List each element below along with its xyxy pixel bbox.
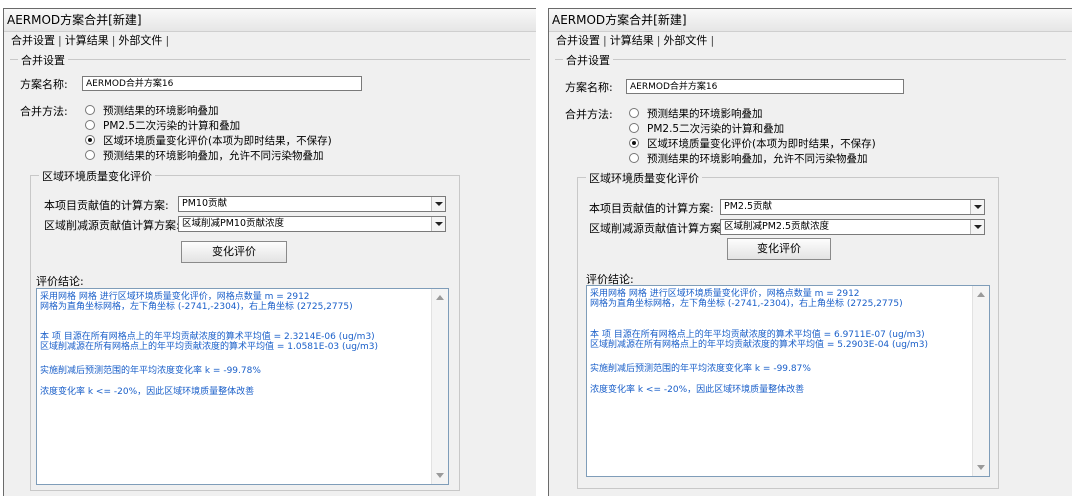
reduction-scheme-select[interactable]: 区域削减PM2.5贡献浓度 <box>720 219 985 235</box>
result-line: 采用网格 网格 进行区域环境质量变化评价，网格点数量 m = 2912 <box>590 289 860 299</box>
result-line: 区域削减源在所有网格点上的年平均贡献浓度的算术平均值 = 1.0581E-03 … <box>40 342 378 352</box>
reduction-scheme-label: 区域削减源贡献值计算方案: <box>44 219 180 232</box>
method-option-2[interactable]: PM2.5二次污染的计算和叠加 <box>85 120 240 133</box>
result-line: 实施削减后预测范围的年平均浓度变化率 k = -99.78% <box>40 366 261 376</box>
evaluate-button[interactable]: 变化评价 <box>727 238 831 260</box>
project-scheme-select[interactable]: PM2.5贡献 <box>720 199 985 215</box>
result-line: 浓度变化率 k <= -20%，因此区域环境质量整体改善 <box>590 385 805 395</box>
result-line: 实施削减后预测范围的年平均浓度变化率 k = -99.87% <box>590 364 811 374</box>
method-option-label: 预测结果的环境影响叠加 <box>103 105 219 117</box>
method-option-label: 预测结果的环境影响叠加 <box>647 108 763 120</box>
select-value: 区域削减PM10贡献浓度 <box>182 218 285 229</box>
method-option-1[interactable]: 预测结果的环境影响叠加 <box>629 108 763 121</box>
method-option-label: PM2.5二次污染的计算和叠加 <box>647 123 785 135</box>
radio-icon[interactable] <box>85 105 95 115</box>
method-option-label: PM2.5二次污染的计算和叠加 <box>103 120 241 132</box>
radio-icon[interactable] <box>629 123 639 133</box>
radio-icon[interactable] <box>85 150 95 160</box>
result-line: 本 项 目源在所有网格点上的年平均贡献浓度的算术平均值 = 6.9711E-07… <box>590 330 925 340</box>
tab-merge-settings[interactable]: 合并设置 <box>9 32 57 49</box>
window-title: AERMOD方案合并[新建] <box>4 9 536 32</box>
result-textarea[interactable]: 采用网格 网格 进行区域环境质量变化评价，网格点数量 m = 2912 网格为直… <box>586 285 990 477</box>
result-line: 网格为直角坐标网格，左下角坐标 (-2741,-2304)，右上角坐标 (272… <box>40 302 353 312</box>
select-value: PM10贡献 <box>182 198 228 209</box>
result-line: 采用网格 网格 进行区域环境质量变化评价，网格点数量 m = 2912 <box>40 292 310 302</box>
merge-method-label: 合并方法: <box>565 108 613 121</box>
scheme-name-input[interactable]: AERMOD合并方案16 <box>82 76 362 91</box>
chevron-down-icon[interactable] <box>970 200 984 214</box>
method-option-3[interactable]: 区域环境质量变化评价(本项为即时结果，不保存) <box>629 138 876 151</box>
radio-checked-icon[interactable] <box>629 138 639 148</box>
method-option-4[interactable]: 预测结果的环境影响叠加，允许不同污染物叠加 <box>85 150 324 163</box>
tab-calc-results[interactable]: 计算结果 <box>608 32 656 49</box>
result-line: 区域削减源在所有网格点上的年平均贡献浓度的算术平均值 = 5.2903E-04 … <box>590 340 928 350</box>
result-textarea[interactable]: 采用网格 网格 进行区域环境质量变化评价，网格点数量 m = 2912 网格为直… <box>36 288 449 485</box>
result-line: 浓度变化率 k <= -20%，因此区域环境质量整体改善 <box>40 387 255 397</box>
chevron-down-icon[interactable] <box>431 217 445 231</box>
scrollbar[interactable] <box>431 289 448 484</box>
project-scheme-label: 本项目贡献值的计算方案: <box>589 202 714 215</box>
merge-window-left: AERMOD方案合并[新建] 合并设置 | 计算结果 | 外部文件 | 合并设置 方案名称… <box>3 8 536 496</box>
radio-icon[interactable] <box>629 153 639 163</box>
group-title: 合并设置 <box>18 52 68 68</box>
method-option-label: 区域环境质量变化评价(本项为即时结果，不保存) <box>103 135 332 147</box>
tab-external-files[interactable]: 外部文件 <box>116 32 164 49</box>
window-title: AERMOD方案合并[新建] <box>549 9 1072 32</box>
group-title: 区域环境质量变化评价 <box>586 170 702 186</box>
method-option-label: 预测结果的环境影响叠加，允许不同污染物叠加 <box>103 150 324 162</box>
tab-divider: | <box>165 34 170 47</box>
tab-merge-settings[interactable]: 合并设置 <box>554 32 602 49</box>
method-option-label: 预测结果的环境影响叠加，允许不同污染物叠加 <box>647 153 868 165</box>
result-line: 本 项 目源在所有网格点上的年平均贡献浓度的算术平均值 = 2.3214E-06… <box>40 332 375 342</box>
reduction-scheme-select[interactable]: 区域削减PM10贡献浓度 <box>178 216 446 232</box>
chevron-down-icon[interactable] <box>431 197 445 211</box>
evaluate-button[interactable]: 变化评价 <box>181 241 287 263</box>
conclusion-label: 评价结论: <box>36 275 84 288</box>
merge-method-label: 合并方法: <box>20 105 68 118</box>
scheme-name-label: 方案名称: <box>20 78 68 91</box>
scroll-up-icon[interactable] <box>977 292 985 297</box>
method-option-1[interactable]: 预测结果的环境影响叠加 <box>85 105 219 118</box>
result-line: 网格为直角坐标网格，左下角坐标 (-2741,-2304)，右上角坐标 (272… <box>590 299 903 309</box>
radio-icon[interactable] <box>85 120 95 130</box>
tab-divider: | <box>710 34 715 47</box>
method-option-2[interactable]: PM2.5二次污染的计算和叠加 <box>629 123 784 136</box>
project-scheme-label: 本项目贡献值的计算方案: <box>44 199 169 212</box>
method-option-3[interactable]: 区域环境质量变化评价(本项为即时结果，不保存) <box>85 135 332 148</box>
group-title: 合并设置 <box>563 52 613 68</box>
scheme-name-input[interactable]: AERMOD合并方案16 <box>626 79 904 94</box>
tab-external-files[interactable]: 外部文件 <box>661 32 709 49</box>
method-option-4[interactable]: 预测结果的环境影响叠加，允许不同污染物叠加 <box>629 153 868 166</box>
method-option-label: 区域环境质量变化评价(本项为即时结果，不保存) <box>647 138 876 150</box>
radio-icon[interactable] <box>629 108 639 118</box>
group-title: 区域环境质量变化评价 <box>39 168 155 184</box>
project-scheme-select[interactable]: PM10贡献 <box>178 196 446 212</box>
chevron-down-icon[interactable] <box>970 220 984 234</box>
merge-window-right: AERMOD方案合并[新建] 合并设置 | 计算结果 | 外部文件 | 合并设置 方案名称… <box>548 8 1072 496</box>
select-value: 区域削减PM2.5贡献浓度 <box>724 221 830 232</box>
scheme-name-label: 方案名称: <box>565 81 613 94</box>
scroll-up-icon[interactable] <box>436 295 444 300</box>
tab-bar: 合并设置 | 计算结果 | 外部文件 | <box>549 32 1072 49</box>
radio-checked-icon[interactable] <box>85 135 95 145</box>
scroll-down-icon[interactable] <box>436 473 444 478</box>
reduction-scheme-label: 区域削减源贡献值计算方案: <box>589 222 725 235</box>
scroll-down-icon[interactable] <box>977 465 985 470</box>
tab-calc-results[interactable]: 计算结果 <box>63 32 111 49</box>
select-value: PM2.5贡献 <box>724 201 773 212</box>
scrollbar[interactable] <box>972 286 989 476</box>
tab-bar: 合并设置 | 计算结果 | 外部文件 | <box>4 32 536 49</box>
